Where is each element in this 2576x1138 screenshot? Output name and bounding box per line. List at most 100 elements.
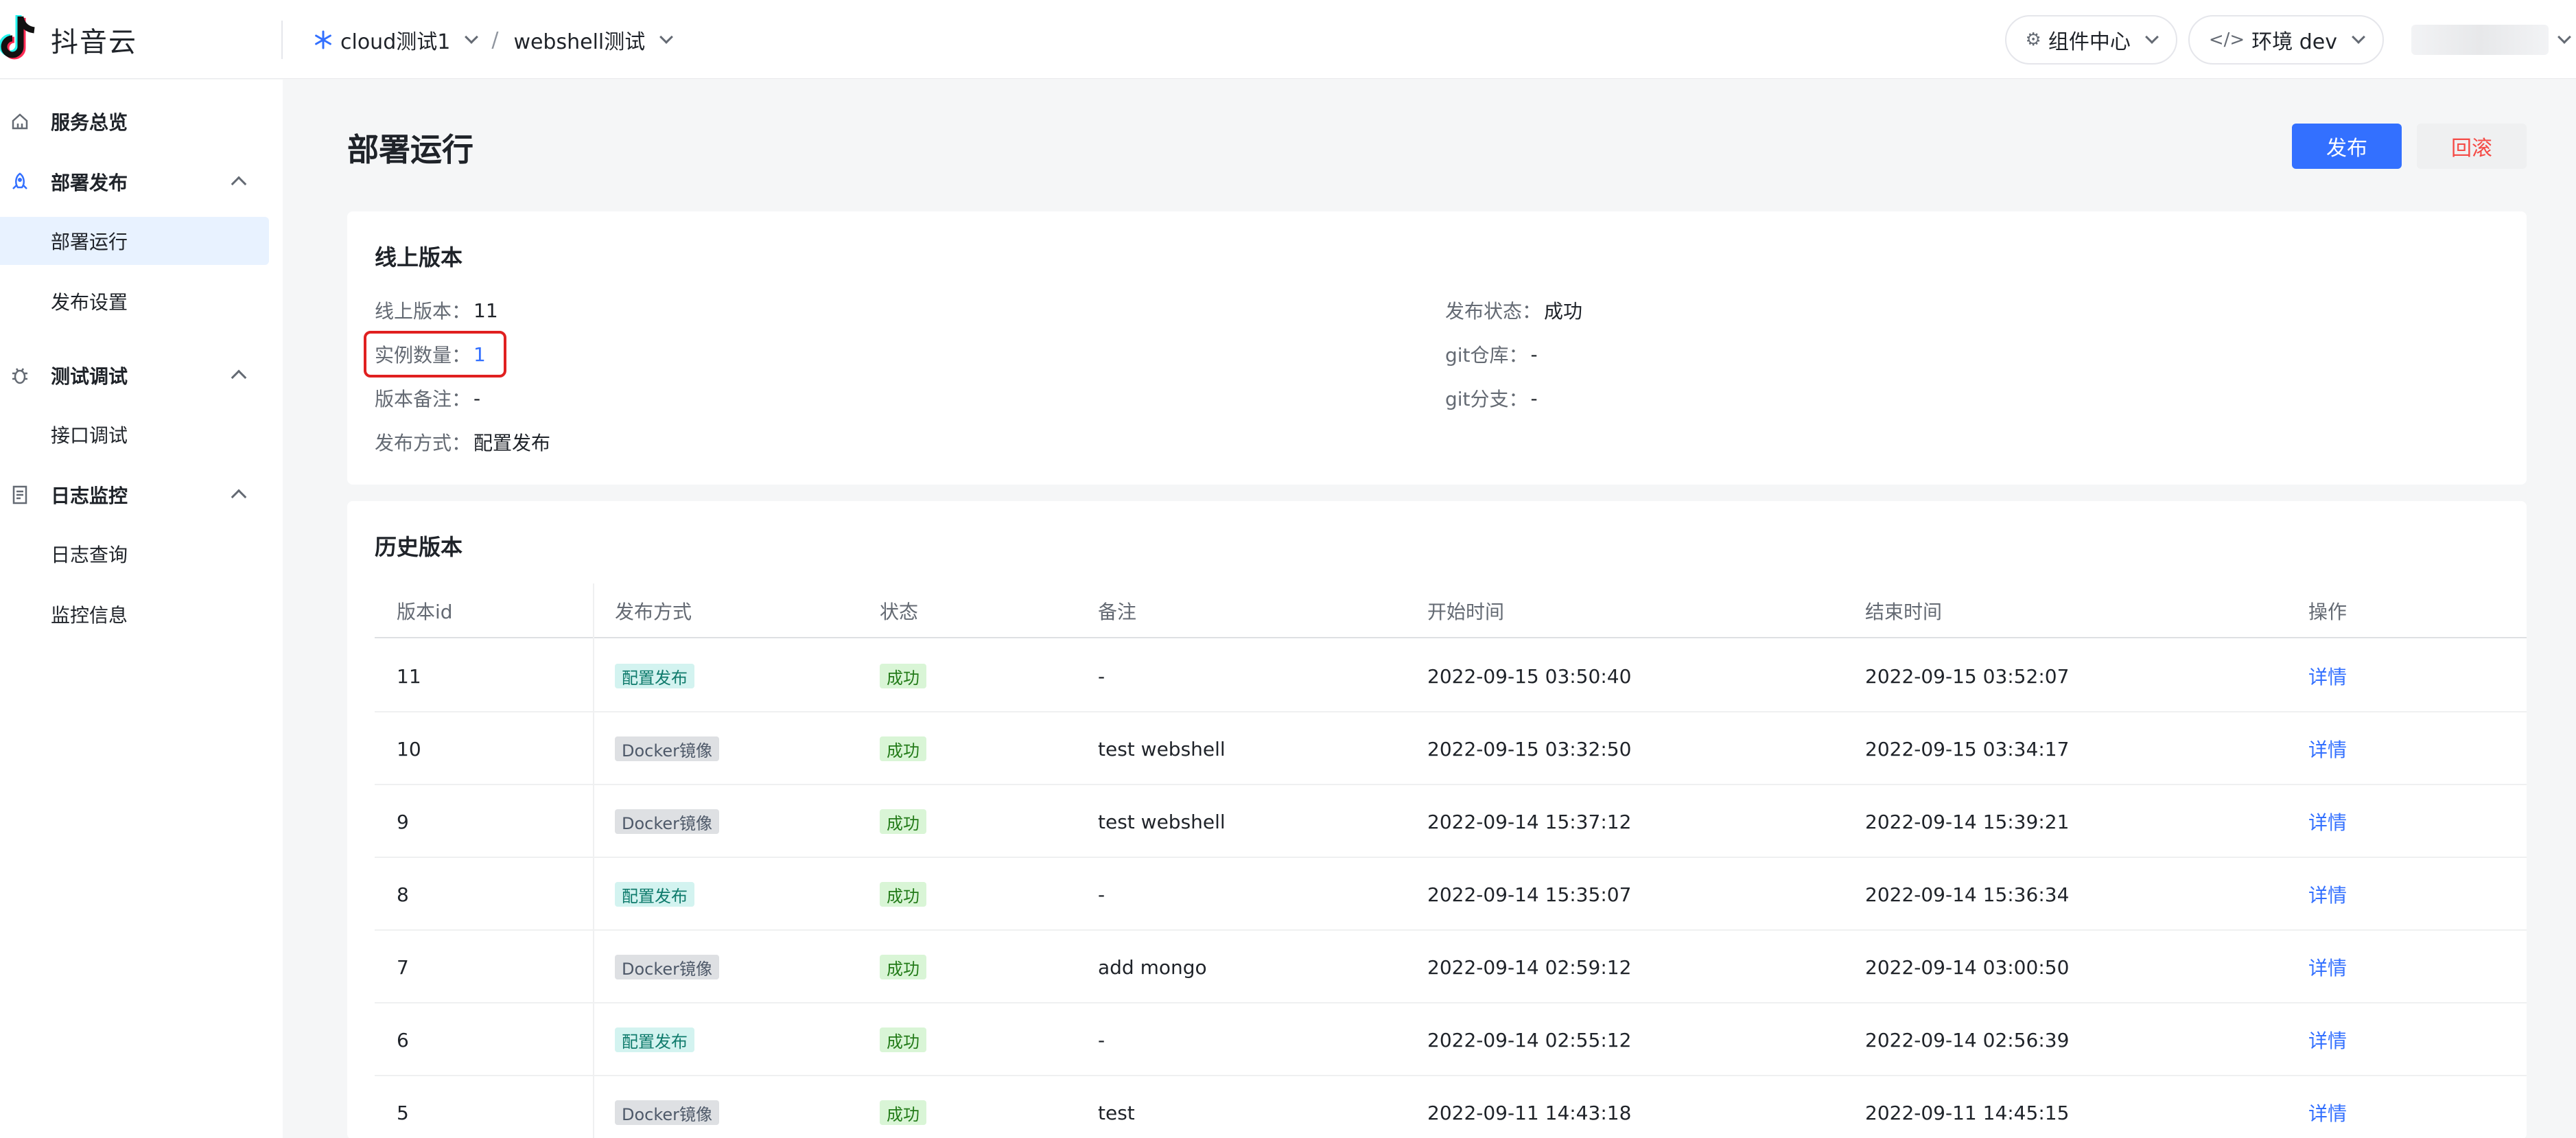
sidebar-item-label: 日志查询: [51, 544, 128, 566]
online-version-card: 线上版本 线上版本： 11 实例数量： 1 版本备注： - 发布方式： 配置发布…: [347, 211, 2527, 485]
sidebar-item-label: 部署运行: [51, 231, 128, 253]
status-badge: 成功: [880, 1100, 926, 1125]
sidebar-item-publish-settings[interactable]: 发布设置: [0, 277, 269, 325]
version-id-cell: 5: [397, 1101, 409, 1124]
environment-selector[interactable]: </> 环境 dev: [2188, 15, 2384, 65]
column-header: 状态: [880, 601, 919, 623]
version-id-cell: 11: [397, 664, 421, 688]
online-version-title: 线上版本: [375, 244, 463, 270]
note-cell: test webshell: [1098, 810, 1226, 833]
chevron-down-icon[interactable]: [2557, 30, 2571, 44]
method-cell: Docker镜像: [615, 1076, 720, 1138]
field-label: 线上版本：: [375, 300, 471, 323]
table-row: 8 配置发布 成功 - 2022-09-14 15:35:07 2022-09-14 15…: [375, 858, 2527, 931]
bug-icon: [10, 365, 30, 386]
method-tag: Docker镜像: [615, 1100, 720, 1125]
column-header: 结束时间: [1865, 601, 1943, 623]
sidebar-item-log-query[interactable]: 日志查询: [0, 530, 269, 578]
sidebar-item-deploy-run[interactable]: 部署运行: [0, 217, 269, 265]
column-header: 备注: [1098, 601, 1137, 623]
detail-link[interactable]: 详情: [2308, 1099, 2347, 1126]
sidebar-group-deploy[interactable]: 部署发布: [0, 158, 283, 206]
version-id-cell: 6: [397, 1028, 409, 1052]
field-value: -: [1530, 386, 1538, 410]
chevron-down-icon: [465, 30, 479, 44]
publish-method-field: 发布方式： 配置发布: [375, 428, 550, 456]
start-time-cell: 2022-09-11 14:43:18: [1427, 1101, 1632, 1124]
field-label: 版本备注：: [375, 388, 471, 410]
service-selector[interactable]: webshell测试: [513, 25, 674, 55]
project-selector[interactable]: cloud测试1: [313, 25, 479, 55]
field-value: 配置发布: [473, 432, 551, 454]
sidebar-label: 测试调试: [51, 365, 128, 388]
top-header: 抖音云 cloud测试1 / webshell测试 ⚙ 组件中心 </> 环境 …: [0, 0, 2576, 79]
environment-label: 环境 dev: [2251, 30, 2337, 54]
sidebar-item-overview[interactable]: 服务总览: [0, 97, 283, 146]
component-center-button[interactable]: ⚙ 组件中心: [2004, 15, 2177, 65]
online-version-field: 线上版本： 11: [375, 297, 498, 324]
detail-link[interactable]: 详情: [2308, 1026, 2347, 1054]
status-cell: 成功: [880, 931, 926, 1003]
action-cell: 详情: [2308, 640, 2347, 712]
sidebar-label: 部署发布: [51, 172, 128, 194]
method-tag: Docker镜像: [615, 955, 720, 979]
sidebar-item-monitoring[interactable]: 监控信息: [0, 590, 269, 638]
app-logo[interactable]: 抖音云: [0, 12, 137, 67]
breadcrumb-separator: /: [491, 27, 499, 52]
rollback-button[interactable]: 回滚: [2417, 124, 2527, 169]
method-cell: Docker镜像: [615, 785, 720, 858]
method-tag: Docker镜像: [615, 809, 720, 834]
history-version-title: 历史版本: [375, 534, 463, 560]
chevron-up-icon: [231, 176, 247, 192]
status-badge: 成功: [880, 1027, 926, 1052]
sidebar: 服务总览 部署发布 部署运行 发布设置 测试调试 接口调试 日志监控 日志查询 …: [0, 80, 283, 1138]
publish-button[interactable]: 发布: [2292, 124, 2402, 169]
sidebar-item-api-debug[interactable]: 接口调试: [0, 410, 269, 458]
status-cell: 成功: [880, 640, 926, 712]
douyin-logo-icon: [0, 15, 35, 60]
table-row: 10 Docker镜像 成功 test webshell 2022-09-15 03:3…: [375, 712, 2527, 785]
note-cell: add mongo: [1098, 955, 1207, 979]
start-time-cell: 2022-09-14 02:59:12: [1427, 955, 1632, 979]
breadcrumb: cloud测试1 / webshell测试: [313, 21, 674, 59]
start-time-cell: 2022-09-14 02:55:12: [1427, 1028, 1632, 1052]
detail-link[interactable]: 详情: [2308, 808, 2347, 835]
column-header: 版本id: [397, 601, 453, 623]
sidebar-group-testing[interactable]: 测试调试: [0, 351, 283, 399]
method-tag: Docker镜像: [615, 736, 720, 761]
detail-link[interactable]: 详情: [2308, 735, 2347, 763]
method-tag: 配置发布: [615, 882, 694, 907]
end-time-cell: 2022-09-14 15:36:34: [1865, 883, 2070, 906]
sidebar-item-label: 接口调试: [51, 424, 128, 447]
end-time-cell: 2022-09-15 03:34:17: [1865, 737, 2070, 760]
code-icon: </>: [2208, 30, 2245, 50]
user-account-blurred[interactable]: [2411, 25, 2549, 55]
status-cell: 成功: [880, 785, 926, 858]
table-row: 11 配置发布 成功 - 2022-09-15 03:50:40 2022-09-15 0…: [375, 640, 2527, 712]
table-row: 9 Docker镜像 成功 test webshell 2022-09-14 15:37…: [375, 785, 2527, 858]
component-icon: ⚙: [2025, 30, 2041, 50]
start-time-cell: 2022-09-15 03:32:50: [1427, 737, 1632, 760]
instance-count-highlight: [364, 331, 506, 378]
publish-status-field: 发布状态： 成功: [1445, 297, 1582, 324]
rocket-icon: [10, 172, 30, 192]
column-header: 操作: [2308, 601, 2347, 623]
git-branch-field: git分支： -: [1445, 384, 1538, 412]
sidebar-group-logs[interactable]: 日志监控: [0, 471, 283, 519]
detail-link[interactable]: 详情: [2308, 881, 2347, 908]
end-time-cell: 2022-09-14 15:39:21: [1865, 810, 2070, 833]
end-time-cell: 2022-09-15 03:52:07: [1865, 664, 2070, 688]
status-cell: 成功: [880, 1003, 926, 1076]
detail-link[interactable]: 详情: [2308, 953, 2347, 981]
method-cell: 配置发布: [615, 640, 694, 712]
status-cell: 成功: [880, 858, 926, 931]
history-version-card: 历史版本 版本id 发布方式 状态 备注 开始时间 结束时间 操作 11 配置发布…: [347, 501, 2527, 1138]
note-cell: -: [1098, 883, 1105, 906]
service-name: webshell测试: [513, 30, 646, 54]
field-label: git分支：: [1445, 388, 1528, 410]
git-repo-field: git仓库： -: [1445, 340, 1538, 368]
chevron-down-icon: [2352, 30, 2365, 44]
detail-link[interactable]: 详情: [2308, 662, 2347, 690]
method-cell: Docker镜像: [615, 931, 720, 1003]
version-id-cell: 8: [397, 883, 409, 906]
